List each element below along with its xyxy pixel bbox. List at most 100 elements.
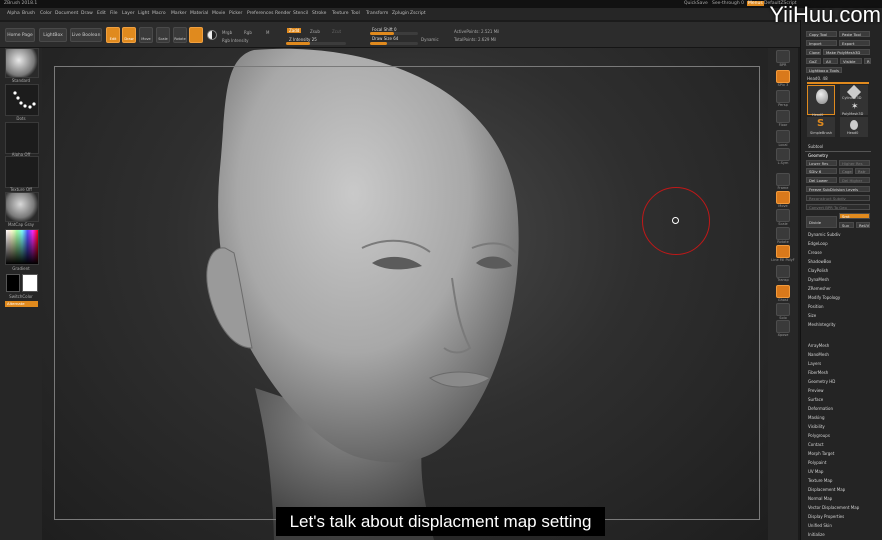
rgb-intensity-slider[interactable]: Rgb Intensity bbox=[222, 38, 249, 43]
reconstruct-subdiv-button[interactable]: Reconstruct Subdiv bbox=[806, 195, 870, 201]
subpalette-item[interactable]: NanoMesh bbox=[808, 352, 829, 357]
dynamic-toggle[interactable]: Dynamic bbox=[421, 37, 439, 42]
geometry-menu[interactable]: Geometry bbox=[808, 153, 828, 158]
lightbox-tools-button[interactable]: Lightbox ▸ Tools bbox=[806, 67, 842, 73]
standard-brush-icon[interactable] bbox=[5, 48, 39, 78]
geometry-submenu-item[interactable]: Dynamic Subdiv bbox=[808, 232, 841, 237]
import-button[interactable]: Import bbox=[806, 40, 837, 46]
subpalette-item[interactable]: Morph Target bbox=[808, 451, 834, 456]
shelf-ghost-button[interactable] bbox=[776, 285, 790, 298]
material-sphere-icon[interactable] bbox=[207, 30, 217, 40]
menu-stencil[interactable]: Stencil bbox=[293, 11, 308, 16]
geometry-submenu-item[interactable]: ZRemesher bbox=[808, 286, 831, 291]
shelf-line-fill-polyf-button[interactable] bbox=[776, 245, 790, 258]
subpalette-item[interactable]: Visibility bbox=[808, 424, 825, 429]
focal-shift-track[interactable] bbox=[370, 32, 418, 35]
draw-size-slider[interactable]: Draw Size 64 bbox=[372, 36, 398, 41]
zadd-toggle[interactable]: Zadd bbox=[287, 28, 302, 33]
subpalette-item[interactable]: Displacement Map bbox=[808, 487, 845, 492]
geometry-submenu-item[interactable]: Position bbox=[808, 304, 824, 309]
shelf-transp-button[interactable] bbox=[776, 265, 790, 278]
geometry-submenu-item[interactable]: ShadowBox bbox=[808, 259, 831, 264]
menu-brush[interactable]: Brush bbox=[22, 11, 35, 16]
subpalette-item[interactable]: Unified Skin bbox=[808, 523, 832, 528]
rgb-toggle[interactable]: Rgb bbox=[244, 30, 252, 35]
subpalette-item[interactable]: Masking bbox=[808, 415, 825, 420]
goz-button[interactable]: GoZ bbox=[806, 58, 821, 64]
menu-marker[interactable]: Marker bbox=[171, 11, 187, 16]
subpalette-item[interactable]: Polygroups bbox=[808, 433, 830, 438]
see-through-slider[interactable]: See-through 0 bbox=[712, 1, 744, 6]
subpalette-item[interactable]: Geometry HD bbox=[808, 379, 835, 384]
all-button[interactable]: All bbox=[823, 58, 838, 64]
subpalette-item[interactable]: Initialize bbox=[808, 532, 825, 537]
shelf-xpose-button[interactable] bbox=[776, 320, 790, 333]
geometry-submenu-item[interactable]: Size bbox=[808, 313, 816, 318]
del-higher-button[interactable]: Del Higher bbox=[839, 177, 870, 183]
draw-button[interactable]: Draw bbox=[122, 27, 136, 43]
shelf-bpr-button[interactable] bbox=[776, 50, 790, 63]
shelf-local-button[interactable] bbox=[776, 130, 790, 143]
menu-document[interactable]: Document bbox=[55, 11, 78, 16]
menu-light[interactable]: Light bbox=[138, 11, 149, 16]
menu-tool[interactable]: Tool bbox=[351, 11, 360, 16]
shelf-persp-button[interactable] bbox=[776, 90, 790, 103]
subpalette-item[interactable]: Preview bbox=[808, 388, 824, 393]
menu-zscript[interactable]: Zscript bbox=[410, 11, 426, 16]
menu-draw[interactable]: Draw bbox=[81, 11, 93, 16]
subpalette-item[interactable]: UV Map bbox=[808, 469, 823, 474]
mrgb-toggle[interactable]: Mrgb bbox=[222, 30, 232, 35]
export-button[interactable]: Export bbox=[839, 40, 870, 46]
alternate-button[interactable]: Alternate bbox=[5, 301, 38, 307]
edit-button[interactable]: Edit bbox=[106, 27, 120, 43]
shelf-scale-button[interactable] bbox=[776, 209, 790, 222]
menu-alpha[interactable]: Alpha bbox=[7, 11, 20, 16]
stroke-dots-icon[interactable] bbox=[5, 84, 39, 116]
divide-button[interactable]: Divide bbox=[806, 216, 837, 228]
subpalette-item[interactable]: Vector Displacement Map bbox=[808, 505, 859, 510]
home-page-button[interactable]: Home Page bbox=[5, 28, 35, 42]
shelf-solo-button[interactable] bbox=[776, 303, 790, 316]
menu-edit[interactable]: Edit bbox=[97, 11, 106, 16]
clone-button[interactable]: Clone bbox=[806, 49, 821, 55]
menu-macro[interactable]: Macro bbox=[152, 11, 166, 16]
rotate-button[interactable]: Rotate bbox=[173, 27, 187, 43]
subpalette-item[interactable]: Surface bbox=[808, 397, 823, 402]
subpalette-item[interactable]: FiberMesh bbox=[808, 370, 828, 375]
geometry-submenu-item[interactable]: EdgeLoop bbox=[808, 241, 828, 246]
menu-file[interactable]: File bbox=[110, 11, 118, 16]
tool-slider[interactable] bbox=[807, 82, 869, 84]
menu-stroke[interactable]: Stroke bbox=[312, 11, 326, 16]
rstr-button[interactable]: Rstr bbox=[855, 168, 870, 174]
lightbox-button[interactable]: LightBox bbox=[39, 28, 67, 42]
shelf-l-sym-button[interactable] bbox=[776, 148, 790, 161]
alpha-off-icon[interactable] bbox=[5, 122, 39, 154]
make-polymesh-button[interactable]: Make PolyMesh3D bbox=[823, 49, 870, 55]
menu-picker[interactable]: Picker bbox=[229, 11, 242, 16]
r-button[interactable]: R bbox=[864, 58, 871, 64]
shelf-move-button[interactable] bbox=[776, 191, 790, 204]
quicksave-button[interactable]: QuickSave bbox=[684, 1, 708, 6]
visible-button[interactable]: Visible bbox=[840, 58, 862, 64]
main-color-swatch[interactable] bbox=[22, 274, 38, 292]
higher-res-button[interactable]: Higher Res bbox=[839, 160, 870, 166]
menu-color[interactable]: Color bbox=[40, 11, 52, 16]
subtool-menu[interactable]: Subtool bbox=[808, 144, 823, 149]
geometry-submenu-item[interactable]: Modify Topology bbox=[808, 295, 840, 300]
menu-movie[interactable]: Movie bbox=[212, 11, 225, 16]
sphere-brush-icon[interactable] bbox=[189, 27, 203, 43]
z-intensity-track[interactable] bbox=[286, 42, 346, 45]
subpalette-item[interactable]: Normal Map bbox=[808, 496, 832, 501]
sdiv-slider[interactable]: SDiv 6 bbox=[806, 168, 837, 174]
geometry-submenu-item[interactable]: MeshIntegrity bbox=[808, 322, 836, 327]
smt-toggle[interactable]: Smt bbox=[839, 213, 870, 219]
head-tool-thumb[interactable] bbox=[807, 85, 835, 115]
subpalette-item[interactable]: Layers bbox=[808, 361, 821, 366]
scale-button[interactable]: Scale bbox=[156, 27, 170, 43]
menu-preferences[interactable]: Preferences bbox=[247, 11, 273, 16]
draw-size-track[interactable] bbox=[370, 42, 418, 45]
move-button[interactable]: Move bbox=[139, 27, 153, 43]
freeze-subdivision-button[interactable]: Freeze SubDivision Levels bbox=[806, 186, 870, 192]
shelf-frame-button[interactable] bbox=[776, 173, 790, 186]
lower-res-button[interactable]: Lower Res bbox=[806, 160, 837, 166]
